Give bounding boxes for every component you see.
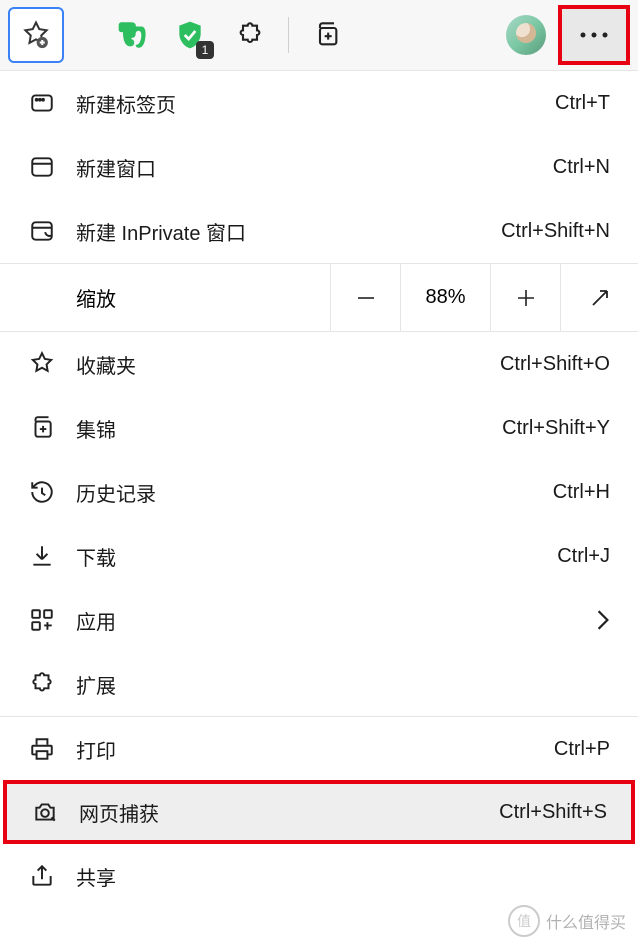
more-horizontal-icon	[579, 31, 609, 39]
favorites-shortcut: Ctrl+Shift+O	[500, 353, 610, 376]
new-window-shortcut: Ctrl+N	[553, 156, 610, 179]
history-item[interactable]: 历史记录 Ctrl+H	[0, 460, 638, 524]
new-tab-item[interactable]: 新建标签页 Ctrl+T	[0, 71, 638, 135]
print-item[interactable]: 打印 Ctrl+P	[0, 717, 638, 781]
new-inprivate-label: 新建 InPrivate 窗口	[76, 217, 481, 246]
fullscreen-button[interactable]	[560, 264, 638, 332]
extensions-label: 扩展	[76, 670, 610, 699]
new-inprivate-item[interactable]: 新建 InPrivate 窗口 Ctrl+Shift+N	[0, 199, 638, 263]
browser-toolbar: 1	[0, 0, 638, 70]
star-icon	[28, 350, 56, 378]
zoom-label: 缩放	[0, 283, 330, 312]
share-item[interactable]: 共享	[0, 844, 638, 908]
chevron-right-icon	[596, 609, 610, 631]
evernote-extension-button[interactable]	[102, 7, 158, 63]
downloads-shortcut: Ctrl+J	[557, 545, 610, 568]
favorites-label: 收藏夹	[76, 350, 480, 379]
extensions-toolbar-button[interactable]	[222, 7, 278, 63]
collections-item[interactable]: 集锦 Ctrl+Shift+Y	[0, 396, 638, 460]
history-shortcut: Ctrl+H	[553, 481, 610, 504]
shield-badge: 1	[196, 41, 214, 59]
downloads-label: 下载	[76, 542, 537, 571]
history-label: 历史记录	[76, 478, 533, 507]
collections-toolbar-button[interactable]	[299, 7, 355, 63]
new-window-item[interactable]: 新建窗口 Ctrl+N	[0, 135, 638, 199]
minus-icon	[354, 286, 378, 310]
watermark: 值 什么值得买	[508, 905, 626, 937]
profile-button[interactable]	[498, 7, 554, 63]
fullscreen-icon	[588, 286, 612, 310]
collections-icon	[28, 414, 56, 442]
zoom-in-button[interactable]	[490, 264, 560, 332]
new-tab-label: 新建标签页	[76, 89, 535, 118]
star-add-icon	[21, 20, 51, 50]
download-icon	[28, 542, 56, 570]
collections-shortcut: Ctrl+Shift+Y	[502, 417, 610, 440]
web-capture-item[interactable]: 网页捕获 Ctrl+Shift+S	[3, 780, 635, 844]
more-menu-button[interactable]	[558, 5, 630, 65]
print-icon	[28, 735, 56, 763]
add-favorite-button[interactable]	[8, 7, 64, 63]
share-label: 共享	[76, 862, 610, 891]
new-inprivate-shortcut: Ctrl+Shift+N	[501, 220, 610, 243]
shield-extension-button[interactable]: 1	[162, 7, 218, 63]
new-tab-icon	[28, 89, 56, 117]
evernote-icon	[113, 18, 147, 52]
inprivate-icon	[28, 217, 56, 245]
favorites-item[interactable]: 收藏夹 Ctrl+Shift+O	[0, 332, 638, 396]
toolbar-divider	[288, 17, 289, 53]
settings-menu: 新建标签页 Ctrl+T 新建窗口 Ctrl+N 新建 InPrivate 窗口…	[0, 70, 638, 908]
new-window-label: 新建窗口	[76, 153, 533, 182]
zoom-out-button[interactable]	[330, 264, 400, 332]
collections-label: 集锦	[76, 414, 482, 443]
history-icon	[28, 478, 56, 506]
puzzle-icon	[236, 21, 264, 49]
window-icon	[28, 153, 56, 181]
plus-icon	[514, 286, 538, 310]
extensions-item[interactable]: 扩展	[0, 652, 638, 716]
share-icon	[28, 862, 56, 890]
web-capture-label: 网页捕获	[79, 798, 479, 827]
puzzle-icon	[28, 670, 56, 698]
new-tab-shortcut: Ctrl+T	[555, 92, 610, 115]
downloads-item[interactable]: 下载 Ctrl+J	[0, 524, 638, 588]
print-label: 打印	[76, 735, 534, 764]
apps-item[interactable]: 应用	[0, 588, 638, 652]
avatar	[506, 15, 546, 55]
zoom-row: 缩放 88%	[0, 264, 638, 332]
print-shortcut: Ctrl+P	[554, 738, 610, 761]
apps-icon	[28, 606, 56, 634]
watermark-symbol: 值	[508, 905, 540, 937]
collections-icon	[313, 21, 341, 49]
zoom-value: 88%	[400, 264, 490, 332]
watermark-text: 什么值得买	[546, 909, 626, 933]
camera-icon	[31, 798, 59, 826]
apps-label: 应用	[76, 606, 576, 635]
web-capture-shortcut: Ctrl+Shift+S	[499, 801, 607, 824]
